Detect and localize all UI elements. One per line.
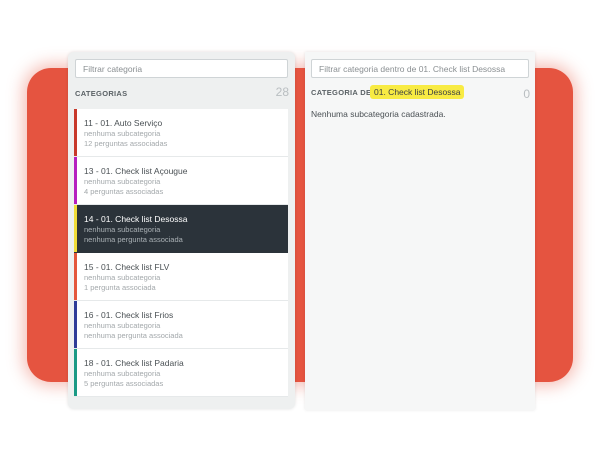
category-subcategory-status: nenhuma subcategoria xyxy=(84,273,161,282)
category-question-count: nenhuma pergunta associada xyxy=(84,331,183,340)
category-color-stripe xyxy=(74,301,77,348)
category-filter-input[interactable] xyxy=(75,59,288,78)
list-item[interactable]: 16 - 01. Check list Frios nenhuma subcat… xyxy=(74,301,288,349)
category-color-stripe xyxy=(74,349,77,396)
category-color-stripe xyxy=(74,253,77,300)
categories-panel: CATEGORIAS 28 11 - 01. Auto Serviço nenh… xyxy=(68,52,295,409)
empty-state-message: Nenhuma subcategoria cadastrada. xyxy=(311,109,446,119)
category-title: 18 - 01. Check list Padaria xyxy=(84,358,184,368)
categories-header: CATEGORIAS xyxy=(75,89,128,98)
list-item[interactable]: 18 - 01. Check list Padaria nenhuma subc… xyxy=(74,349,288,397)
selected-category-badge: 01. Check list Desossa xyxy=(370,85,465,99)
category-color-stripe xyxy=(74,157,77,204)
selected-category-label: CATEGORIA DE : xyxy=(311,88,377,97)
category-color-stripe xyxy=(74,109,77,156)
category-title: 16 - 01. Check list Frios xyxy=(84,310,174,320)
category-color-stripe xyxy=(74,205,77,252)
category-subcategory-status: nenhuma subcategoria xyxy=(84,177,161,186)
category-subcategory-status: nenhuma subcategoria xyxy=(84,129,161,138)
subcategories-count: 0 xyxy=(523,87,530,101)
category-question-count: 4 perguntas associadas xyxy=(84,187,164,196)
subcategories-panel: CATEGORIA DE : 01. Check list Desossa 0 … xyxy=(305,52,535,410)
category-title: 14 - 01. Check list Desossa xyxy=(84,214,188,224)
category-question-count: 12 perguntas associadas xyxy=(84,139,168,148)
category-question-count: 5 perguntas associadas xyxy=(84,379,164,388)
list-item[interactable]: 13 - 01. Check list Açougue nenhuma subc… xyxy=(74,157,288,205)
list-item[interactable]: 15 - 01. Check list FLV nenhuma subcateg… xyxy=(74,253,288,301)
categories-list: 11 - 01. Auto Serviço nenhuma subcategor… xyxy=(74,109,288,397)
category-subcategory-status: nenhuma subcategoria xyxy=(84,321,161,330)
subcategory-filter-input[interactable] xyxy=(311,59,529,78)
list-item[interactable]: 11 - 01. Auto Serviço nenhuma subcategor… xyxy=(74,109,288,157)
category-title: 11 - 01. Auto Serviço xyxy=(84,118,163,128)
category-title: 15 - 01. Check list FLV xyxy=(84,262,170,272)
category-title: 13 - 01. Check list Açougue xyxy=(84,166,188,176)
category-question-count: nenhuma pergunta associada xyxy=(84,235,183,244)
categories-count: 28 xyxy=(275,85,289,99)
category-subcategory-status: nenhuma subcategoria xyxy=(84,369,161,378)
category-subcategory-status: nenhuma subcategoria xyxy=(84,225,161,234)
list-item[interactable]: 14 - 01. Check list Desossa nenhuma subc… xyxy=(74,205,288,253)
category-question-count: 1 pergunta associada xyxy=(84,283,156,292)
